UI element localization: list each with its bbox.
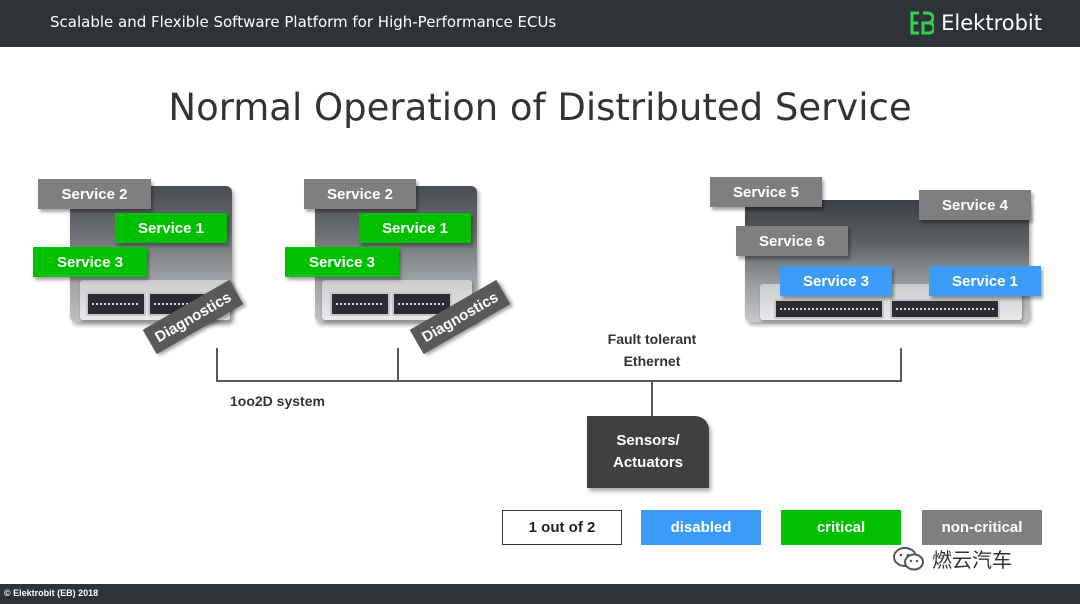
ecu-middle-drop-line <box>397 348 399 382</box>
system-label: 1oo2D system <box>230 393 325 409</box>
service-1-badge: Service 1 <box>115 213 227 243</box>
legend-1oo2: 1 out of 2 <box>502 510 622 545</box>
ecu-right-drop-line <box>900 348 902 382</box>
footer-bar: © Elektrobit (EB) 2018 <box>0 584 1080 604</box>
sensor-drop-line <box>651 380 653 417</box>
ecu-middle-connector <box>330 292 390 316</box>
elektrobit-logo-icon <box>910 11 935 35</box>
service-2-badge: Service 2 <box>304 179 416 209</box>
service-3-badge: Service 3 <box>33 247 147 277</box>
service-6-badge: Service 6 <box>736 226 848 256</box>
service-2-badge: Service 2 <box>38 179 151 209</box>
service-3-badge: Service 3 <box>285 247 399 277</box>
ecu-left-connector <box>86 292 146 316</box>
ecu-left-drop-line <box>216 348 218 382</box>
sensors-label: Sensors/ <box>616 432 680 449</box>
wechat-icon <box>893 546 924 570</box>
watermark-text: 燃云汽车 <box>932 548 1012 572</box>
service-4-badge: Service 4 <box>919 190 1031 220</box>
service-5-badge: Service 5 <box>710 177 822 207</box>
header-bar: Scalable and Flexible Software Platform … <box>0 0 1080 47</box>
ethernet-bus-line <box>216 380 902 382</box>
brand-name: Elektrobit <box>941 11 1042 35</box>
ethernet-label: Fault tolerant Ethernet <box>607 331 697 369</box>
ecu-right-connector <box>774 299 884 319</box>
header-title: Scalable and Flexible Software Platform … <box>50 13 557 31</box>
watermark: 燃云汽车 <box>892 544 1012 573</box>
legend-critical: critical <box>781 510 901 545</box>
service-1-badge: Service 1 <box>929 266 1041 296</box>
service-1-badge: Service 1 <box>359 213 471 243</box>
sensors-actuators-box: Sensors/ Actuators <box>587 416 709 488</box>
ecu-right-connector <box>890 299 1000 319</box>
brand: Elektrobit <box>908 8 1042 38</box>
service-3-badge: Service 3 <box>780 266 892 296</box>
slide-title: Normal Operation of Distributed Service <box>168 86 912 129</box>
copyright-text: © Elektrobit (EB) 2018 <box>4 588 99 598</box>
legend-non-critical: non-critical <box>922 510 1042 545</box>
actuators-label: Actuators <box>612 454 683 471</box>
legend-disabled: disabled <box>641 510 761 545</box>
